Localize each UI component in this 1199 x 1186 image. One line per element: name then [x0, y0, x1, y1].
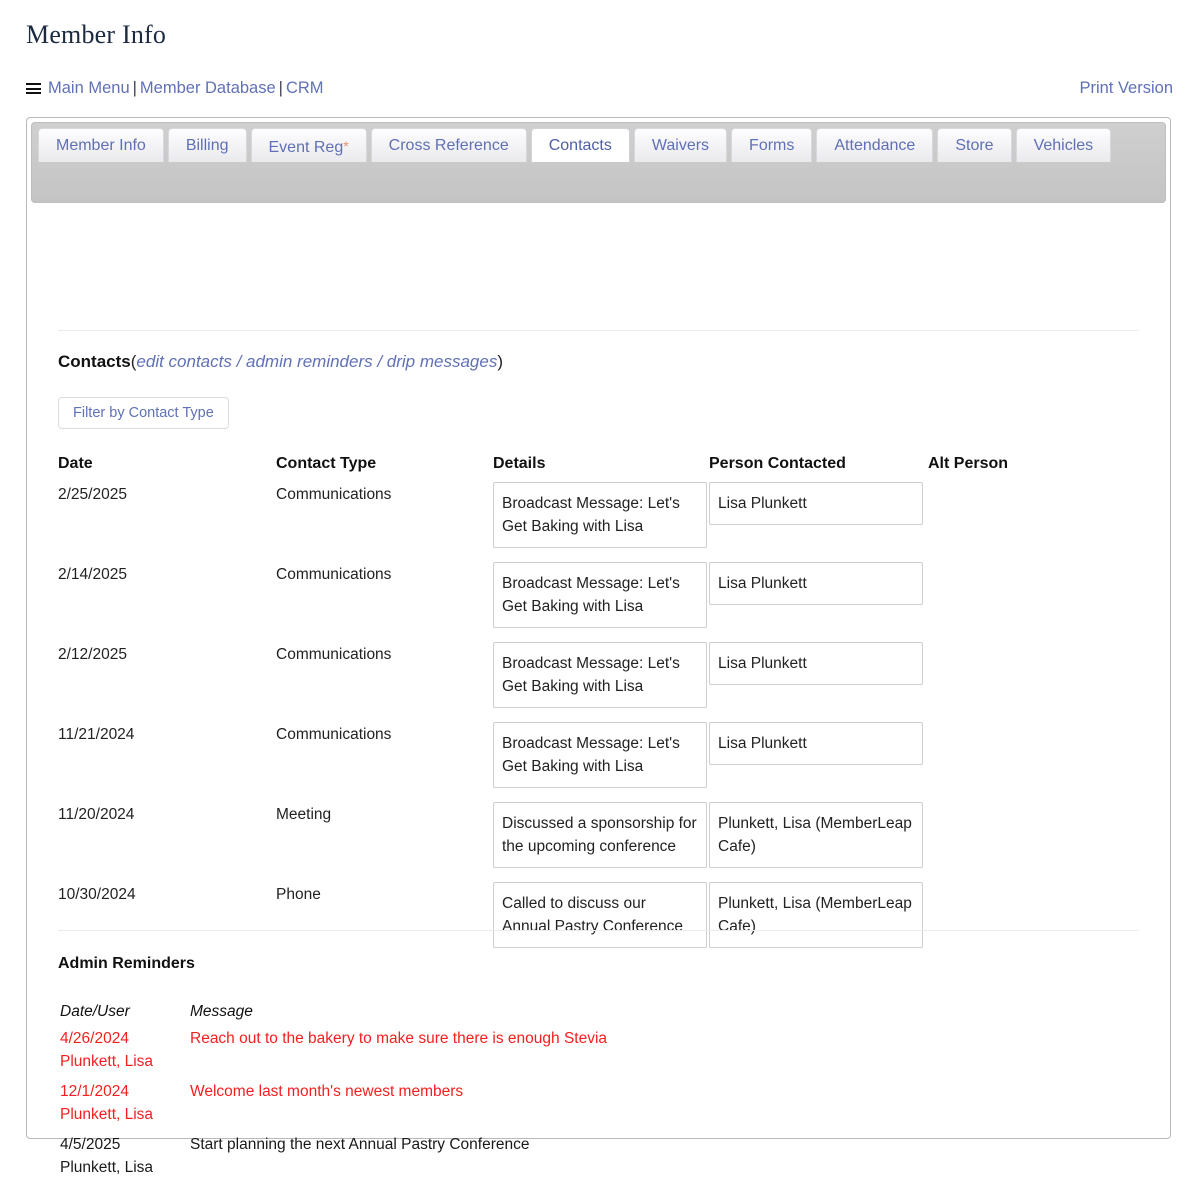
- contact-person-box[interactable]: Lisa Plunkett: [709, 642, 923, 685]
- contact-type: Communications: [276, 566, 392, 583]
- column-header-person-contacted: Person Contacted: [709, 455, 846, 472]
- tab-attendance[interactable]: Attendance: [816, 128, 934, 162]
- admin-reminders-heading: Admin Reminders: [58, 955, 195, 972]
- tab-forms[interactable]: Forms: [731, 128, 813, 162]
- contact-person-box[interactable]: Lisa Plunkett: [709, 482, 923, 525]
- contacts-table-row: 11/21/2024 Communications Broadcast Messag…: [58, 722, 1138, 802]
- contact-date: 10/30/2024: [58, 886, 136, 903]
- reminder-message: Welcome last month's newest members: [190, 1083, 464, 1100]
- contact-details-box[interactable]: Broadcast Message: Let's Get Baking with…: [493, 562, 707, 628]
- filter-by-contact-type-button[interactable]: Filter by Contact Type: [58, 397, 229, 429]
- contact-alt-person: [928, 882, 1138, 885]
- column-header-details: Details: [493, 455, 546, 472]
- contact-date: 11/20/2024: [58, 806, 135, 823]
- page-title: Member Info: [26, 20, 167, 49]
- breadcrumb-item-main-menu[interactable]: Main Menu: [48, 79, 130, 97]
- contact-type: Communications: [276, 486, 392, 503]
- contact-date: 11/21/2024: [58, 726, 135, 743]
- tab-member-info[interactable]: Member Info: [38, 128, 164, 162]
- reminder-message: Start planning the next Annual Pastry Co…: [190, 1136, 530, 1153]
- admin-reminders-table: Date/User Message 4/26/2024 Plunkett, Lis…: [60, 1003, 1060, 1186]
- breadcrumb-item-crm[interactable]: CRM: [286, 79, 324, 97]
- tab-waivers[interactable]: Waivers: [633, 128, 728, 162]
- contacts-table-row: 10/30/2024 Phone Called to discuss our Ann…: [58, 882, 1138, 962]
- tab-label: Waivers: [651, 137, 710, 154]
- breadcrumb-item-member-database[interactable]: Member Database: [140, 79, 276, 97]
- reminder-user: Plunkett, Lisa: [60, 1159, 154, 1176]
- print-version-link[interactable]: Print Version: [1079, 76, 1173, 100]
- column-header-contact-type: Contact Type: [276, 455, 377, 472]
- admin-reminder-row: 12/1/2024 Plunkett, Lisa Welcome last mont…: [60, 1080, 1060, 1133]
- contact-details-box[interactable]: Broadcast Message: Let's Get Baking with…: [493, 642, 707, 708]
- contact-type: Communications: [276, 726, 392, 743]
- contacts-table-row: 2/25/2025 Communications Broadcast Message…: [58, 482, 1138, 562]
- contact-details-box[interactable]: Called to discuss our Annual Pastry Conf…: [493, 882, 707, 948]
- contact-type: Meeting: [276, 806, 332, 823]
- contacts-table-row: 11/20/2024 Meeting Discussed a sponsorship…: [58, 802, 1138, 882]
- contact-person-box[interactable]: Plunkett, Lisa (MemberLeap Cafe): [709, 802, 923, 868]
- breadcrumb: Main Menu | Member Database | CRM: [26, 76, 1173, 100]
- tab-label: Member Info: [56, 137, 146, 154]
- required-marker-icon: *: [343, 138, 349, 154]
- contacts-table-row: 2/12/2025 Communications Broadcast Message…: [58, 642, 1138, 722]
- reminder-date: 4/5/2025: [60, 1136, 121, 1153]
- contact-details-box[interactable]: Discussed a sponsorship for the upcoming…: [493, 802, 707, 868]
- contact-date: 2/25/2025: [58, 486, 127, 503]
- contact-details-box[interactable]: Broadcast Message: Let's Get Baking with…: [493, 482, 707, 548]
- column-header-date: Date: [58, 455, 93, 472]
- reminder-user: Plunkett, Lisa: [60, 1106, 154, 1123]
- contact-alt-person: [928, 642, 1138, 645]
- tab-contacts[interactable]: Contacts: [530, 128, 630, 162]
- contact-date: 2/14/2025: [58, 566, 127, 583]
- tab-label: Store: [955, 137, 994, 154]
- contact-type: Phone: [276, 886, 321, 903]
- column-header-date-user: Date/User: [60, 1003, 130, 1020]
- contact-person-box[interactable]: Plunkett, Lisa (MemberLeap Cafe): [709, 882, 923, 948]
- paren-close: ): [497, 352, 504, 371]
- contacts-table-header-row: Date Contact Type Details Person Contact…: [58, 455, 1138, 482]
- tab-label: Vehicles: [1033, 137, 1094, 154]
- breadcrumb-separator: |: [132, 79, 137, 97]
- contact-alt-person: [928, 562, 1138, 565]
- tab-label: Attendance: [834, 137, 916, 154]
- tab-event-reg[interactable]: Event Reg*: [250, 128, 367, 162]
- contact-alt-person: [928, 802, 1138, 805]
- tab-vehicles[interactable]: Vehicles: [1015, 128, 1112, 162]
- contacts-section-heading: Contacts(edit contacts / admin reminders…: [58, 352, 503, 372]
- admin-reminder-row: 4/26/2024 Plunkett, Lisa Reach out to the …: [60, 1027, 1060, 1080]
- contact-type: Communications: [276, 646, 392, 663]
- divider-top: [58, 330, 1139, 331]
- admin-reminder-row: 4/5/2025 Plunkett, Lisa Start planning the…: [60, 1133, 1060, 1186]
- contacts-heading-label: Contacts: [58, 352, 131, 371]
- reminder-message: Reach out to the bakery to make sure the…: [190, 1030, 608, 1047]
- hamburger-icon[interactable]: [26, 83, 41, 94]
- member-info-panel: Member Info Billing Event Reg* Cross Refere…: [26, 117, 1171, 1176]
- contacts-table: Date Contact Type Details Person Contact…: [58, 455, 1138, 962]
- tab-store[interactable]: Store: [937, 128, 1012, 162]
- contact-alt-person: [928, 482, 1138, 485]
- contact-person-box[interactable]: Lisa Plunkett: [709, 722, 923, 765]
- contact-alt-person: [928, 722, 1138, 725]
- reminders-table-header-row: Date/User Message: [60, 1003, 1060, 1027]
- contacts-table-row: 2/14/2025 Communications Broadcast Message…: [58, 562, 1138, 642]
- tab-label: Contacts: [548, 137, 612, 154]
- reminder-user: Plunkett, Lisa: [60, 1053, 154, 1070]
- tab-billing[interactable]: Billing: [167, 128, 247, 162]
- contacts-sublinks[interactable]: edit contacts / admin reminders / drip m…: [136, 352, 497, 371]
- column-header-alt-person: Alt Person: [928, 455, 1009, 472]
- divider-reminders: [58, 930, 1139, 931]
- contact-date: 2/12/2025: [58, 646, 127, 663]
- tab-cross-reference[interactable]: Cross Reference: [370, 128, 527, 162]
- reminder-date: 4/26/2024: [60, 1030, 129, 1047]
- contact-details-box[interactable]: Broadcast Message: Let's Get Baking with…: [493, 722, 707, 788]
- contact-person-box[interactable]: Lisa Plunkett: [709, 562, 923, 605]
- breadcrumb-separator: |: [278, 79, 283, 97]
- column-header-message: Message: [190, 1003, 253, 1020]
- tab-label: Forms: [749, 137, 795, 154]
- tab-label: Billing: [185, 137, 229, 154]
- tab-bar: Member Info Billing Event Reg* Cross Refere…: [31, 122, 1166, 203]
- reminder-date: 12/1/2024: [60, 1083, 129, 1100]
- tab-label: Cross Reference: [388, 137, 509, 154]
- tab-label: Event Reg: [268, 139, 344, 156]
